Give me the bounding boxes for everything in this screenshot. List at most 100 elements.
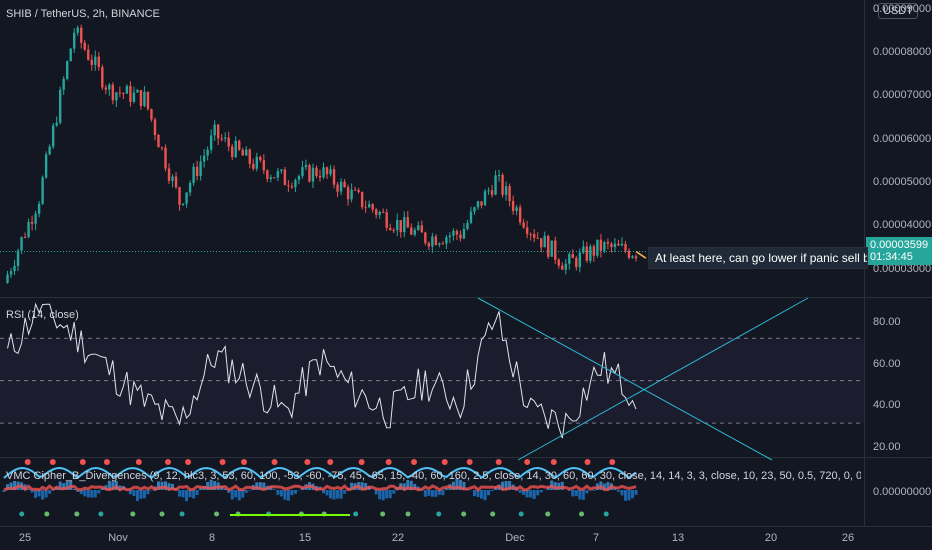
candle-body [273,177,276,179]
candle-body [438,243,441,245]
candle-body [550,240,553,257]
signal-dot [358,459,365,465]
indicator-axis[interactable]: 0.00000000 [864,458,932,526]
signal-dot [241,459,248,465]
candle-body [202,155,206,162]
candle-body [367,204,371,208]
signal-dot [603,511,609,517]
candle-body [459,234,462,239]
price-tick: 0.00009000 [873,3,932,15]
candle-body [518,207,522,223]
candle-body [466,222,469,229]
candle-body [220,138,223,140]
candle-body [216,124,220,139]
candle-body [343,181,346,188]
candle-body [325,167,329,175]
candle-body [143,91,146,107]
candle-body [283,169,287,186]
rsi-axis[interactable]: 80.00 60.00 40.00 20.00 [864,298,932,457]
candle-body [83,42,86,50]
candle-body [118,92,122,94]
candle-body [357,190,360,192]
candle-body [529,234,532,236]
candle-body [346,187,350,200]
candle-body [561,265,564,270]
candle-body [631,256,634,258]
candle-body [308,165,311,182]
candle-body [599,239,603,251]
candle-body [34,213,37,224]
candle-body [571,254,574,259]
candle-body [385,212,388,228]
signal-dot [495,459,502,465]
last-price-value: 0.00003599 [870,239,929,251]
price-tick: 0.00008000 [873,46,932,58]
candle-body [171,176,174,181]
candle-body [360,191,364,208]
candle-body [51,125,55,147]
candle-body [564,263,567,270]
signal-dot [405,511,411,517]
candle-body [153,119,157,136]
candle-body [94,56,97,65]
indicator-zero-tick: 0.00000000 [873,486,932,498]
candle-body [80,27,83,43]
candle-body [262,160,266,171]
candle-body [322,167,325,178]
candle-body [469,211,473,223]
candle-body [104,87,108,90]
candle-body [399,220,402,233]
candle-body [434,236,438,245]
candle-body [374,209,378,215]
candle-body [413,229,416,235]
candle-body [129,85,132,102]
rsi-tick: 60.00 [873,358,901,370]
candle-body [44,154,48,178]
candle-body [476,201,480,208]
candle-body [634,256,638,259]
candle-body [532,234,536,238]
candle-body [55,122,58,126]
candle-body [150,108,153,120]
candle-body [431,236,434,247]
signal-dot [179,511,185,517]
candle-body [178,187,181,205]
candle-body [522,222,525,228]
signal-dot [584,459,591,465]
candle-body [315,167,318,176]
candle-body [195,166,199,176]
candle-body [589,246,592,261]
candle-body [543,235,546,248]
candle-body [66,61,69,79]
time-tick: 8 [208,532,216,544]
candle-body [111,84,115,101]
signal-dot [74,511,80,517]
time-tick: 25 [18,532,32,544]
candle-body [455,230,459,235]
candle-body [473,207,476,212]
signal-dot [461,511,467,517]
candle-body [276,171,280,178]
candle-body [297,176,301,180]
candle-body [547,235,550,257]
candle-body [501,175,504,195]
candle-body [97,56,100,67]
candle-body [420,225,424,233]
candle-body [206,149,209,156]
candle-body [339,181,343,192]
candle-body [585,246,589,261]
candle-body [69,48,72,62]
candle-body [125,85,129,94]
candle-body [353,189,357,191]
chart-note[interactable]: At least here, can go lower if panic sel… [648,247,868,269]
candle-body [511,201,515,211]
candle-body [318,175,322,178]
candle-body [364,207,367,209]
candle-body [610,243,613,248]
candle-body [139,90,143,107]
signal-dot [98,511,104,517]
candle-body [9,271,13,275]
candle-body [392,230,395,232]
candle-body [487,190,490,192]
candle-body [192,166,195,183]
